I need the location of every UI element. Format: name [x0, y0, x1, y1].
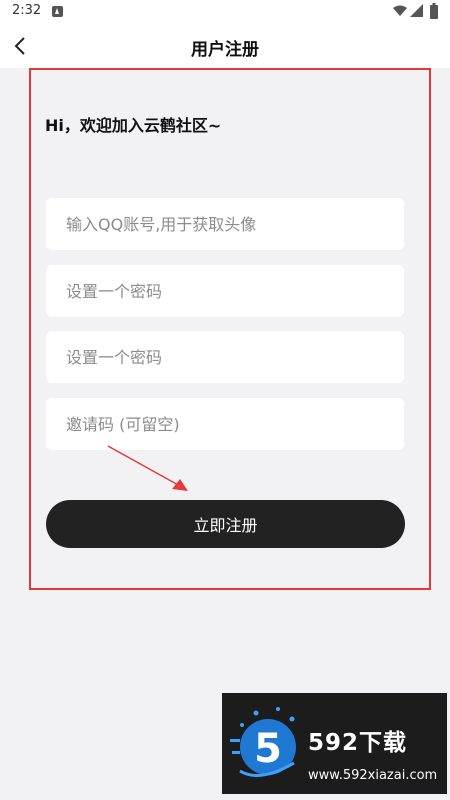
invite-code-input[interactable]: [46, 398, 404, 450]
status-time: 2:32: [12, 3, 42, 18]
page-title: 用户注册: [191, 40, 259, 60]
confirm-password-input[interactable]: [46, 331, 404, 383]
a-app-icon: [52, 6, 63, 17]
qq-account-input[interactable]: [46, 198, 404, 250]
signal-icon: [410, 4, 423, 17]
battery-icon: [430, 3, 438, 19]
status-bar: 2:32: [0, 0, 450, 24]
welcome-title: Hi，欢迎加入云鹤社区~: [45, 116, 222, 135]
watermark-url: www.592xiazai.com: [308, 768, 438, 783]
watermark-logo-digit: 5: [254, 726, 282, 772]
register-button[interactable]: 立即注册: [46, 500, 405, 548]
wifi-icon: [393, 5, 407, 16]
watermark: 5 592下载 www.592xiazai.com: [222, 693, 447, 794]
watermark-brand: 592下载: [308, 730, 408, 756]
app-header: 用户注册: [0, 24, 450, 68]
watermark-logo-icon: 5: [230, 707, 296, 777]
password-input[interactable]: [46, 265, 404, 317]
